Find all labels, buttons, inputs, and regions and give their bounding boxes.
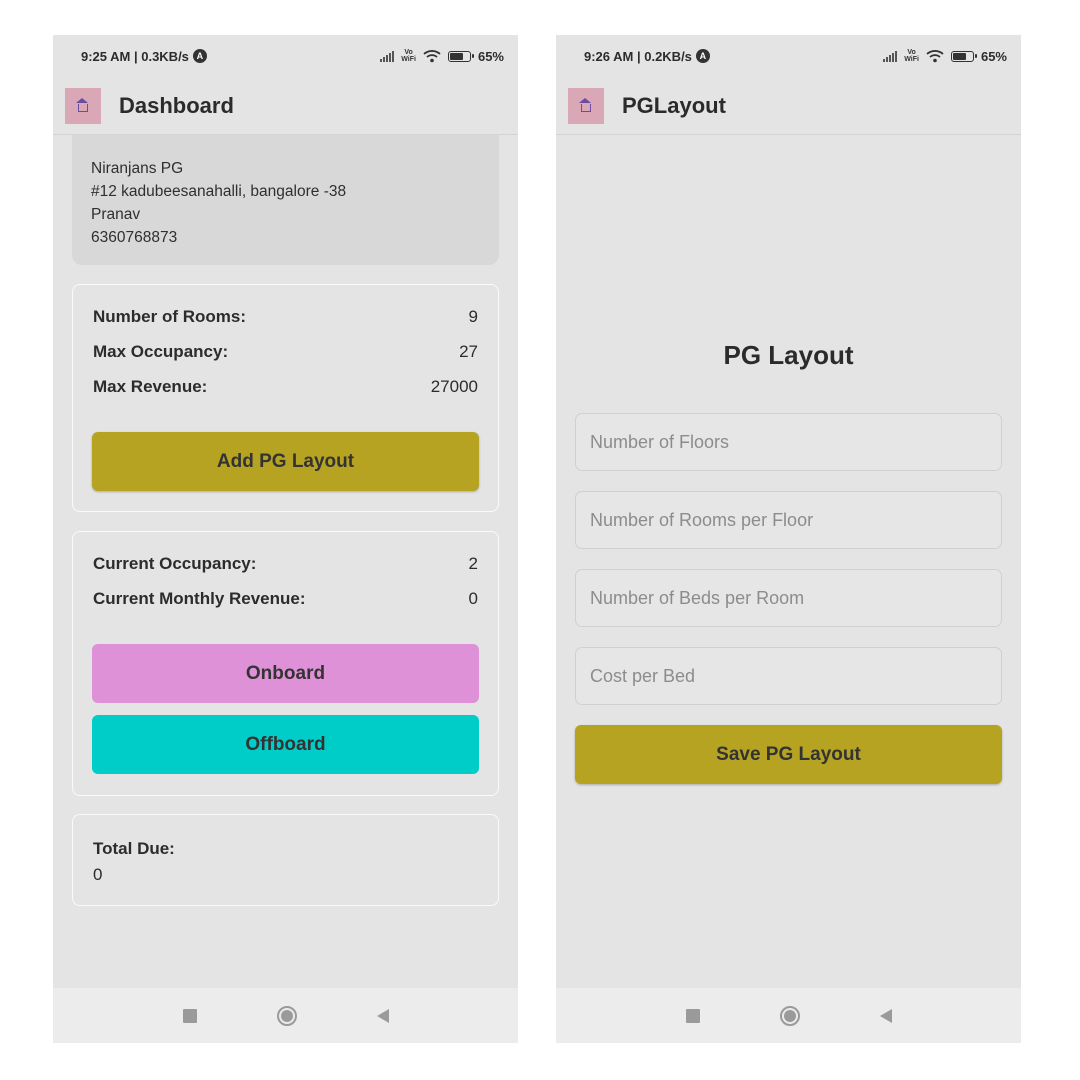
max-revenue-label: Max Revenue: [93,377,208,396]
home-icon[interactable] [276,1005,297,1026]
home-icon[interactable] [779,1005,800,1026]
status-bar: 9:26 AM | 0.2KB/s A Vo WiFi 65% [556,35,1021,77]
current-occupancy-value: 2 [468,554,478,573]
vowifi-icon: Vo WiFi [401,49,416,63]
save-pg-layout-button[interactable]: Save PG Layout [575,725,1002,784]
back-icon[interactable] [879,1008,892,1023]
page-title: PGLayout [622,92,726,118]
current-occupancy-row: Current Occupancy: 2 [93,554,478,574]
navigation-bar [53,988,518,1043]
cost-per-bed-input[interactable] [575,647,1002,705]
monthly-revenue-label: Current Monthly Revenue: [93,589,306,608]
navigation-bar [556,988,1021,1043]
pg-address: #12 kadubeesanahalli, bangalore -38 [91,183,347,200]
capacity-card: Number of Rooms: 9 Max Occupancy: 27 Max… [72,284,499,512]
signal-icon [380,50,395,62]
max-revenue-row: Max Revenue: 27000 [93,377,478,397]
offboard-button[interactable]: Offboard [92,715,479,774]
floors-input[interactable] [575,413,1002,471]
app-header: Dashboard [53,77,518,135]
total-due-card: Total Due: 0 [72,814,499,906]
pg-name: Niranjans PG [91,160,184,177]
max-occupancy-row: Max Occupancy: 27 [93,342,478,362]
wifi-icon [423,50,441,63]
signal-icon [883,50,898,62]
notification-icon: A [695,49,710,63]
status-bar: 9:25 AM | 0.3KB/s A Vo WiFi 65% [53,35,518,77]
rooms-row: Number of Rooms: 9 [93,307,478,327]
battery-icon [447,50,474,62]
app-header: PGLayout [556,77,1021,135]
app-logo-icon [568,87,604,124]
occupancy-card: Current Occupancy: 2 Current Monthly Rev… [72,531,499,796]
dashboard-screen: 9:25 AM | 0.3KB/s A Vo WiFi 65% Dashboard… [53,35,518,1043]
max-revenue-value: 27000 [430,377,478,396]
page-title: Dashboard [119,92,234,118]
rooms-per-floor-input[interactable] [575,491,1002,549]
pg-layout-screen: 9:26 AM | 0.2KB/s A Vo WiFi 65% PGLayout … [556,35,1021,1043]
battery-icon [950,50,977,62]
recents-icon[interactable] [182,1008,197,1023]
status-time: 9:25 AM | 0.3KB/s [81,48,189,64]
pg-phone: 6360768873 [91,229,178,246]
add-pg-layout-button[interactable]: Add PG Layout [92,432,479,491]
form-title: PG Layout [723,340,854,370]
rooms-value: 9 [468,307,478,326]
notification-icon: A [192,49,207,63]
app-logo-icon [65,87,101,124]
total-due-label: Total Due: [93,839,175,858]
battery-level: 65% [980,48,1007,64]
back-icon[interactable] [376,1008,389,1023]
recents-icon[interactable] [685,1008,700,1023]
max-occupancy-label: Max Occupancy: [93,342,229,361]
wifi-icon [926,50,944,63]
battery-level: 65% [477,48,504,64]
pg-info-card: Niranjans PG #12 kadubeesanahalli, banga… [72,135,499,265]
monthly-revenue-value: 0 [468,589,478,608]
pg-owner: Pranav [91,206,141,223]
current-occupancy-label: Current Occupancy: [93,554,257,573]
onboard-button[interactable]: Onboard [92,644,479,703]
beds-per-room-input[interactable] [575,569,1002,627]
max-occupancy-value: 27 [459,342,478,361]
monthly-revenue-row: Current Monthly Revenue: 0 [93,589,478,609]
total-due-value: 0 [93,865,103,884]
vowifi-icon: Vo WiFi [904,49,919,63]
status-time: 9:26 AM | 0.2KB/s [584,48,692,64]
rooms-label: Number of Rooms: [93,307,246,326]
